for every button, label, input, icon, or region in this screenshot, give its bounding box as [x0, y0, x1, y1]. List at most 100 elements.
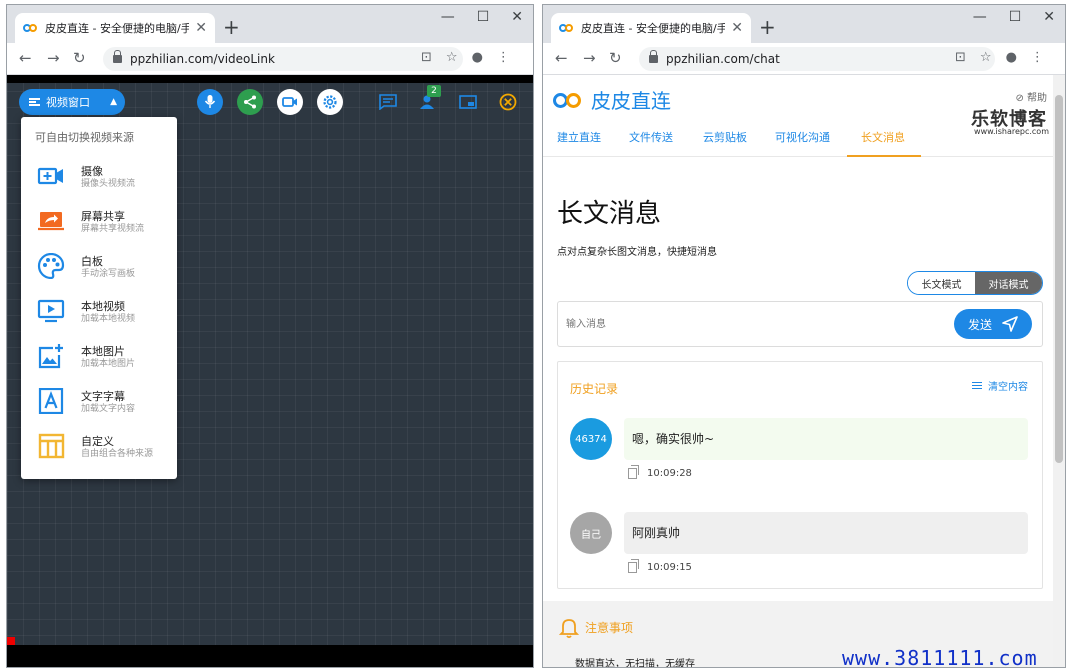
reload-icon[interactable]: ↻: [73, 49, 86, 67]
maximize-icon[interactable]: ☐: [477, 9, 490, 25]
tab-cloud-clipboard[interactable]: 云剪贴板: [703, 129, 747, 145]
browser-toolbar: ← → ↻ ppzhilian.com/videoLink ⊡ ☆ ● ⋮: [7, 43, 533, 75]
settings-button[interactable]: [317, 89, 343, 115]
camera-toggle-button[interactable]: [277, 89, 303, 115]
menu-dots-icon[interactable]: ⋮: [497, 50, 510, 65]
mode-toggle: 长文模式 对话模式: [907, 271, 1043, 295]
browser-toolbar: ← → ↻ ppzhilian.com/chat ⊡ ☆ ● ⋮: [543, 43, 1065, 75]
tab-direct-connect[interactable]: 建立直连: [557, 129, 601, 145]
source-item-local-image[interactable]: 本地图片 加载本地图片: [21, 337, 177, 381]
exit-button[interactable]: [497, 91, 519, 113]
close-tab-icon[interactable]: ✕: [731, 20, 743, 36]
chat-mode-option[interactable]: 对话模式: [975, 272, 1042, 294]
video-window-label: 视频窗口: [46, 96, 90, 109]
site-watermark: www.3811111.com: [842, 646, 1038, 670]
close-tab-icon[interactable]: ✕: [195, 20, 207, 36]
history-panel: 历史记录 清空内容 46374 嗯，确实很帅~ 10:09:28 自己 阿刚真帅…: [557, 361, 1043, 589]
recording-indicator: [7, 637, 15, 645]
browser-tab[interactable]: 皮皮直连 - 安全便捷的电脑/手机 ✕: [551, 13, 751, 43]
scrollbar-thumb[interactable]: [1055, 95, 1063, 463]
lock-icon: [649, 50, 658, 63]
browser-tab[interactable]: 皮皮直连 - 安全便捷的电脑/手机 ✕: [15, 13, 215, 43]
picture-in-picture-icon: [459, 95, 477, 109]
tab-file-transfer[interactable]: 文件传送: [629, 129, 673, 145]
chat-button[interactable]: [377, 91, 399, 113]
tab-visual-communication[interactable]: 可视化沟通: [775, 129, 830, 145]
source-item-custom[interactable]: 自定义 自由组合各种来源: [21, 427, 177, 471]
send-icon: [1002, 316, 1018, 332]
source-item-local-video[interactable]: 本地视频 加载本地视频: [21, 292, 177, 336]
right-browser-window: 皮皮直连 - 安全便捷的电脑/手机 ✕ + — ☐ ✕ ← → ↻ ppzhil…: [542, 4, 1066, 668]
notice-title: 注意事项: [585, 621, 634, 635]
page-scrollbar[interactable]: [1053, 75, 1065, 667]
source-item-screen-share[interactable]: 屏幕共享 屏幕共享视频流: [21, 202, 177, 246]
url-text: ppzhilian.com/videoLink: [130, 52, 275, 66]
send-button[interactable]: 发送: [954, 309, 1032, 339]
video-top-bar: [7, 75, 533, 83]
video-source-menu: 可自由切换视频来源 摄像 摄像头视频流 屏幕共享 屏幕共享视频流 白板 手动涂写…: [21, 117, 177, 479]
window-controls: — ☐ ✕: [973, 9, 1055, 25]
page-subtitle: 点对点复杂长图文消息，快捷短消息: [557, 247, 717, 258]
address-bar[interactable]: ppzhilian.com/videoLink: [103, 47, 463, 71]
send-label: 发送: [967, 317, 992, 332]
clear-history-button[interactable]: 清空内容: [972, 378, 1028, 393]
reload-icon[interactable]: ↻: [609, 49, 622, 67]
logo-icon: [553, 92, 585, 108]
bookmark-star-icon[interactable]: ☆: [446, 50, 458, 65]
translate-icon[interactable]: ⊡: [955, 50, 966, 65]
window-controls: — ☐ ✕: [441, 9, 523, 25]
chat-page: 皮皮直连 ⊘ 帮助 乐软博客 www.isharepc.com 建立直连 文件传…: [543, 75, 1065, 667]
new-tab-button[interactable]: +: [223, 15, 240, 39]
minimize-icon[interactable]: —: [441, 9, 455, 25]
brand-logo[interactable]: 皮皮直连: [553, 85, 671, 114]
back-icon[interactable]: ←: [555, 49, 568, 67]
microphone-button[interactable]: [197, 89, 223, 115]
minimize-icon[interactable]: —: [973, 9, 987, 25]
new-tab-button[interactable]: +: [759, 15, 776, 39]
source-name: 自定义: [81, 435, 114, 448]
close-window-icon[interactable]: ✕: [1043, 9, 1055, 25]
copy-icon[interactable]: [628, 559, 639, 573]
source-item-text-caption[interactable]: 文字字幕 加载文字内容: [21, 382, 177, 426]
list-icon: [29, 98, 40, 106]
custom-layout-icon: [38, 433, 65, 459]
source-desc: 加载本地视频: [81, 314, 136, 324]
menu-dots-icon[interactable]: ⋮: [1031, 50, 1044, 65]
avatar: 自己: [570, 512, 612, 554]
long-mode-option[interactable]: 长文模式: [908, 272, 975, 294]
help-link[interactable]: ⊘ 帮助: [1015, 89, 1047, 104]
back-icon[interactable]: ←: [19, 49, 32, 67]
video-camera-icon: [282, 97, 297, 107]
copy-icon[interactable]: [628, 465, 639, 479]
source-desc: 自由组合各种来源: [81, 449, 154, 459]
translate-icon[interactable]: ⊡: [421, 50, 432, 65]
share-button[interactable]: [237, 89, 263, 115]
profile-icon[interactable]: ●: [1006, 50, 1017, 65]
maximize-icon[interactable]: ☐: [1009, 9, 1022, 25]
participant-count-badge: 2: [427, 85, 441, 97]
palette-icon: [37, 253, 65, 279]
source-desc: 加载文字内容: [81, 404, 136, 414]
tab-long-message[interactable]: 长文消息: [861, 129, 905, 145]
source-name: 本地视频: [81, 300, 125, 313]
page-title: 长文消息: [557, 199, 662, 229]
tab-title: 皮皮直连 - 安全便捷的电脑/手机: [45, 22, 190, 35]
close-window-icon[interactable]: ✕: [511, 9, 523, 25]
forward-icon[interactable]: →: [583, 49, 596, 67]
video-window-button[interactable]: 视频窗口 ▲: [19, 89, 125, 115]
message-input[interactable]: [566, 314, 926, 334]
gear-icon: [323, 95, 337, 109]
source-item-camera[interactable]: 摄像 摄像头视频流: [21, 157, 177, 201]
profile-icon[interactable]: ●: [472, 50, 483, 65]
active-tab-indicator: [847, 155, 921, 157]
source-item-whiteboard[interactable]: 白板 手动涂写画板: [21, 247, 177, 291]
picture-in-picture-button[interactable]: [457, 91, 479, 113]
address-bar[interactable]: ppzhilian.com/chat: [639, 47, 995, 71]
forward-icon[interactable]: →: [47, 49, 60, 67]
url-text: ppzhilian.com/chat: [666, 52, 780, 66]
microphone-icon: [204, 95, 216, 108]
message-bubble: 嗯，确实很帅~: [624, 418, 1028, 460]
bookmark-star-icon[interactable]: ☆: [980, 50, 992, 65]
message-composer: 发送: [557, 301, 1043, 347]
message-time: 10:09:15: [647, 562, 692, 573]
